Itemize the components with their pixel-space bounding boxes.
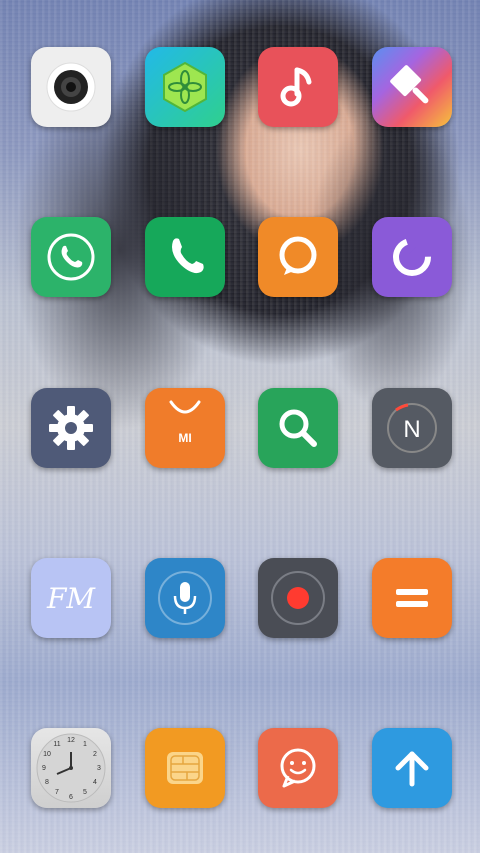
- equals-icon: [396, 589, 428, 607]
- app-camera[interactable]: [31, 47, 111, 127]
- app-search[interactable]: [258, 388, 338, 468]
- chat-bubble-icon: [279, 236, 317, 275]
- app-fm-radio[interactable]: FM: [31, 558, 111, 638]
- phone-handset-icon: [172, 238, 204, 274]
- mi-store-badge: MI: [178, 431, 191, 445]
- svg-text:8: 8: [45, 779, 49, 786]
- shield-swirl-icon: [393, 238, 431, 276]
- svg-text:4: 4: [93, 779, 97, 786]
- app-clock[interactable]: 12 1 2 3 4 5 6 7 8 9 10 11: [31, 728, 111, 808]
- svg-text:10: 10: [43, 751, 51, 758]
- compass-n-icon: N: [387, 403, 437, 453]
- hexagon-flower-icon: [163, 61, 207, 113]
- svg-text:1: 1: [83, 741, 87, 748]
- app-phone[interactable]: [145, 217, 225, 297]
- svg-text:3: 3: [97, 765, 101, 772]
- phone-bubble-icon: [47, 233, 95, 281]
- app-compass[interactable]: N: [372, 388, 452, 468]
- shopping-bag-icon: MI: [169, 400, 201, 445]
- svg-text:11: 11: [53, 741, 60, 748]
- microphone-icon: [158, 571, 212, 625]
- search-icon: [279, 409, 317, 447]
- app-messaging[interactable]: [258, 217, 338, 297]
- app-whatsapp[interactable]: [31, 217, 111, 297]
- app-themes-brush[interactable]: [372, 47, 452, 127]
- app-updater[interactable]: [372, 728, 452, 808]
- svg-text:9: 9: [42, 765, 46, 772]
- smiley-bubble-icon: [280, 748, 316, 788]
- svg-text:7: 7: [55, 789, 59, 796]
- app-security[interactable]: [372, 217, 452, 297]
- sim-card-icon: [167, 752, 203, 784]
- gear-icon: [49, 406, 93, 450]
- app-screen-recorder[interactable]: [258, 558, 338, 638]
- svg-text:12: 12: [67, 737, 75, 744]
- svg-text:6: 6: [69, 794, 73, 801]
- app-grid: MI N FM 12 1 2 3 4 5 6 7 8 9 10 11: [0, 0, 480, 853]
- arrow-up-icon: [395, 751, 429, 787]
- camera-lens-icon: [46, 62, 96, 112]
- app-recorder[interactable]: [145, 558, 225, 638]
- app-music[interactable]: [258, 47, 338, 127]
- clock-face-icon: 12 1 2 3 4 5 6 7 8 9 10 11: [36, 733, 106, 803]
- app-feedback[interactable]: [258, 728, 338, 808]
- app-settings[interactable]: [31, 388, 111, 468]
- app-calculator[interactable]: [372, 558, 452, 638]
- app-themes[interactable]: [145, 47, 225, 127]
- svg-text:2: 2: [93, 751, 97, 758]
- home-screen: MI N FM 12 1 2 3 4 5 6 7 8 9 10 11: [0, 0, 480, 853]
- fm-radio-icon: FM: [46, 582, 96, 615]
- app-mi-store[interactable]: MI: [145, 388, 225, 468]
- fm-radio-badge: FM: [46, 582, 96, 615]
- music-note-icon: [280, 67, 312, 107]
- svg-text:5: 5: [83, 789, 87, 796]
- compass-badge: N: [403, 416, 420, 443]
- paint-brush-icon: [390, 65, 429, 104]
- app-sim-toolkit[interactable]: [145, 728, 225, 808]
- record-dot-icon: [271, 571, 325, 625]
